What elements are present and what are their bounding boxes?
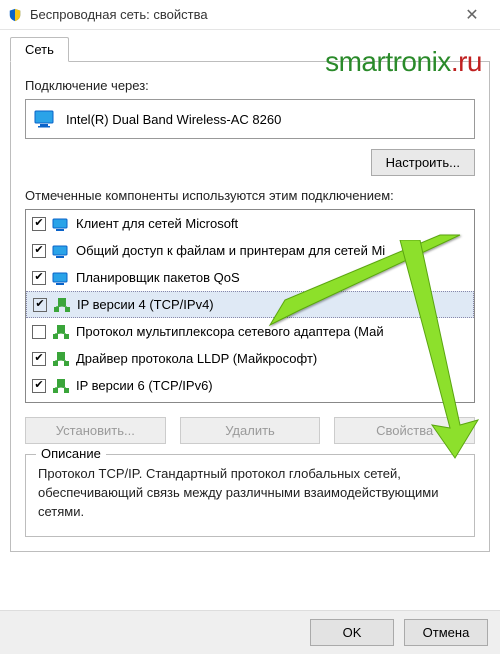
ok-button[interactable]: OK	[310, 619, 394, 646]
checkbox[interactable]: ✔	[32, 352, 46, 366]
titlebar: Беспроводная сеть: свойства ✕	[0, 0, 500, 30]
remove-button[interactable]: Удалить	[180, 417, 321, 444]
component-item[interactable]: ✔ Общий доступ к файлам и принтерам для с…	[26, 237, 474, 264]
component-label: Клиент для сетей Microsoft	[76, 216, 238, 231]
close-button[interactable]: ✕	[452, 5, 492, 25]
cancel-button[interactable]: Отмена	[404, 619, 488, 646]
tab-panel: Подключение через: Intel(R) Dual Band Wi…	[10, 61, 490, 552]
network-icon	[52, 378, 70, 394]
properties-button[interactable]: Свойства	[334, 417, 475, 444]
checkbox[interactable]: ✔	[32, 379, 46, 393]
monitor-icon	[52, 270, 70, 286]
component-item[interactable]: ✔ Клиент для сетей Microsoft	[26, 210, 474, 237]
adapter-box: Intel(R) Dual Band Wireless-AC 8260	[25, 99, 475, 139]
component-item[interactable]: ✔ Планировщик пакетов QoS	[26, 264, 474, 291]
component-label: Драйвер протокола LLDP (Майкрософт)	[76, 351, 317, 366]
monitor-icon	[52, 243, 70, 259]
network-icon	[52, 324, 70, 340]
network-icon	[52, 351, 70, 367]
checkbox[interactable]: ✔	[32, 244, 46, 258]
component-item[interactable]: ✔ Драйвер протокола LLDP (Майкрософт)	[26, 345, 474, 372]
component-label: Планировщик пакетов QoS	[76, 270, 240, 285]
component-item[interactable]: ✔ IP версии 6 (TCP/IPv6)	[26, 372, 474, 399]
component-label: IP версии 6 (TCP/IPv6)	[76, 378, 213, 393]
checkbox[interactable]: ✔	[33, 298, 47, 312]
network-icon	[53, 297, 71, 313]
tab-network[interactable]: Сеть	[10, 37, 69, 62]
description-text: Протокол TCP/IP. Стандартный протокол гл…	[38, 465, 462, 522]
component-label: Протокол мультиплексора сетевого адаптер…	[76, 324, 384, 339]
description-group: Описание Протокол TCP/IP. Стандартный пр…	[25, 454, 475, 537]
checkbox[interactable]: ✔	[32, 271, 46, 285]
dialog-footer: OK Отмена	[0, 610, 500, 654]
component-label: IP версии 4 (TCP/IPv4)	[77, 297, 214, 312]
description-legend: Описание	[36, 446, 106, 461]
checkbox[interactable]: ✔	[32, 217, 46, 231]
window-title: Беспроводная сеть: свойства	[30, 7, 452, 22]
connect-via-label: Подключение через:	[25, 78, 475, 93]
configure-button[interactable]: Настроить...	[371, 149, 475, 176]
component-item[interactable]: ✔ IP версии 4 (TCP/IPv4)	[26, 291, 474, 318]
checkbox[interactable]	[32, 325, 46, 339]
adapter-icon	[34, 110, 56, 128]
component-item[interactable]: Протокол мультиплексора сетевого адаптер…	[26, 318, 474, 345]
component-label: Общий доступ к файлам и принтерам для се…	[76, 243, 385, 258]
monitor-icon	[52, 216, 70, 232]
components-label: Отмеченные компоненты используются этим …	[25, 188, 475, 203]
install-button[interactable]: Установить...	[25, 417, 166, 444]
adapter-name: Intel(R) Dual Band Wireless-AC 8260	[66, 112, 281, 127]
components-listbox[interactable]: ✔ Клиент для сетей Microsoft ✔ Общий доступ…	[25, 209, 475, 403]
shield-icon	[8, 8, 22, 22]
